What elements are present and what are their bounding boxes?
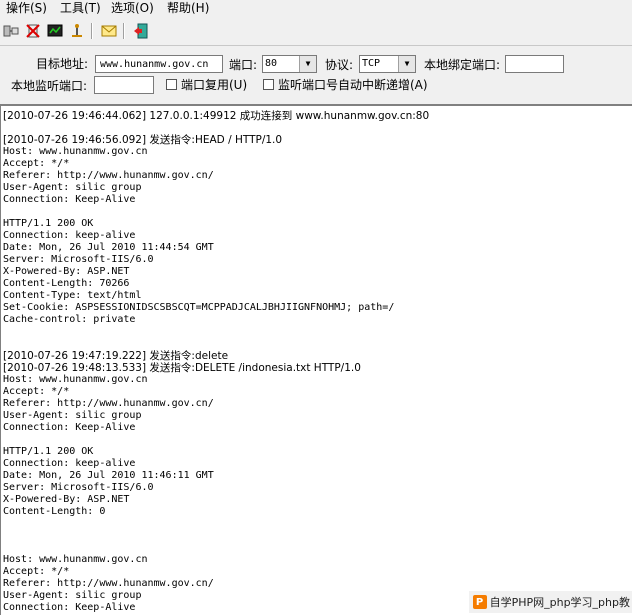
exit-icon[interactable]	[131, 21, 151, 41]
auto-increase-label: 监听端口号自动中断递增(A)	[278, 78, 428, 92]
toolbar-separator	[123, 23, 125, 39]
port-label: 端口:	[229, 58, 258, 72]
log-line: Connection: Keep-Alive	[3, 422, 136, 433]
log-line: [2010-07-26 19:48:13.533] 发送指令:DELETE /i…	[3, 362, 361, 374]
toolbar-separator	[91, 23, 93, 39]
log-line: Set-Cookie: ASPSESSIONIDSCSBSCQT=MCPPADJ…	[3, 302, 395, 313]
log-line: Server: Microsoft-IIS/6.0	[3, 254, 154, 265]
log-line: Content-Length: 70266	[3, 278, 130, 289]
mail-icon[interactable]	[99, 21, 119, 41]
target-address-input[interactable]: www.hunanmw.gov.cn	[95, 55, 223, 73]
log-line: Connection: keep-alive	[3, 458, 136, 469]
chevron-down-icon[interactable]: ▼	[299, 56, 316, 72]
auto-increase-checkbox[interactable]	[263, 79, 274, 90]
log-line: [2010-07-26 19:46:56.092] 发送指令:HEAD / HT…	[3, 134, 283, 146]
watermark-text: 自学PHP网_php学习_php教	[489, 596, 630, 609]
log-line: User-Agent: silic group	[3, 410, 142, 421]
log-output[interactable]: [2010-07-26 19:46:44.062] 127.0.0.1:4991…	[0, 104, 632, 615]
port-select[interactable]: 80 ▼	[262, 55, 317, 73]
log-line: HTTP/1.1 200 OK	[3, 446, 94, 457]
toolbar	[0, 17, 632, 46]
log-line: X-Powered-By: ASP.NET	[3, 266, 130, 277]
monitor-icon[interactable]	[45, 21, 65, 41]
local-bind-port-label: 本地绑定端口:	[424, 58, 501, 72]
local-listen-port-label: 本地监听端口:	[11, 79, 88, 93]
local-listen-port-input[interactable]	[94, 76, 154, 94]
log-line: User-Agent: silic group	[3, 182, 142, 193]
local-bind-port-input[interactable]	[505, 55, 564, 73]
log-line: Accept: */*	[3, 566, 70, 577]
log-line: Server: Microsoft-IIS/6.0	[3, 482, 154, 493]
log-line: [2010-07-26 19:47:19.222] 发送指令:delete	[3, 350, 229, 362]
protocol-select[interactable]: TCP ▼	[359, 55, 416, 73]
log-line: Referer: http://www.hunanmw.gov.cn/	[3, 398, 214, 409]
log-line: Date: Mon, 26 Jul 2010 11:46:11 GMT	[3, 470, 214, 481]
chevron-down-icon[interactable]: ▼	[398, 56, 415, 72]
menu-tools[interactable]: 工具(T)	[60, 0, 101, 16]
menu-options[interactable]: 选项(O)	[111, 0, 154, 16]
port-reuse-label: 端口复用(U)	[181, 78, 248, 92]
log-line: Accept: */*	[3, 158, 70, 169]
connect-icon[interactable]	[1, 21, 21, 41]
target-address-label: 目标地址:	[36, 57, 89, 71]
protocol-label: 协议:	[325, 58, 354, 72]
log-line: Host: www.hunanmw.gov.cn	[3, 554, 148, 565]
log-line: Accept: */*	[3, 386, 70, 397]
log-line: HTTP/1.1 200 OK	[3, 218, 94, 229]
menu-operate[interactable]: 操作(S)	[6, 0, 47, 16]
log-line: Content-Type: text/html	[3, 290, 142, 301]
log-line: Date: Mon, 26 Jul 2010 11:44:54 GMT	[3, 242, 214, 253]
php-logo-icon: P	[472, 595, 487, 609]
port-select-value: 80	[265, 58, 278, 69]
protocol-select-value: TCP	[362, 58, 381, 69]
log-line: Host: www.hunanmw.gov.cn	[3, 374, 148, 385]
log-line: Connection: Keep-Alive	[3, 194, 136, 205]
menu-help[interactable]: 帮助(H)	[167, 0, 209, 16]
watermark: P 自学PHP网_php学习_php教	[468, 591, 632, 613]
log-line: Referer: http://www.hunanmw.gov.cn/	[3, 170, 214, 181]
menu-bar: 操作(S) 工具(T) 选项(O) 帮助(H)	[0, 0, 632, 16]
log-line: Cache-control: private	[3, 314, 136, 325]
log-line: Host: www.hunanmw.gov.cn	[3, 146, 148, 157]
log-line: Connection: keep-alive	[3, 230, 136, 241]
log-line: [2010-07-26 19:46:44.062] 127.0.0.1:4991…	[3, 110, 430, 122]
log-line: Referer: http://www.hunanmw.gov.cn/	[3, 578, 214, 589]
disconnect-icon[interactable]	[23, 21, 43, 41]
log-line: Content-Length: 0	[3, 506, 106, 517]
anchor-icon[interactable]	[67, 21, 87, 41]
log-line: X-Powered-By: ASP.NET	[3, 494, 130, 505]
port-reuse-checkbox[interactable]	[166, 79, 177, 90]
